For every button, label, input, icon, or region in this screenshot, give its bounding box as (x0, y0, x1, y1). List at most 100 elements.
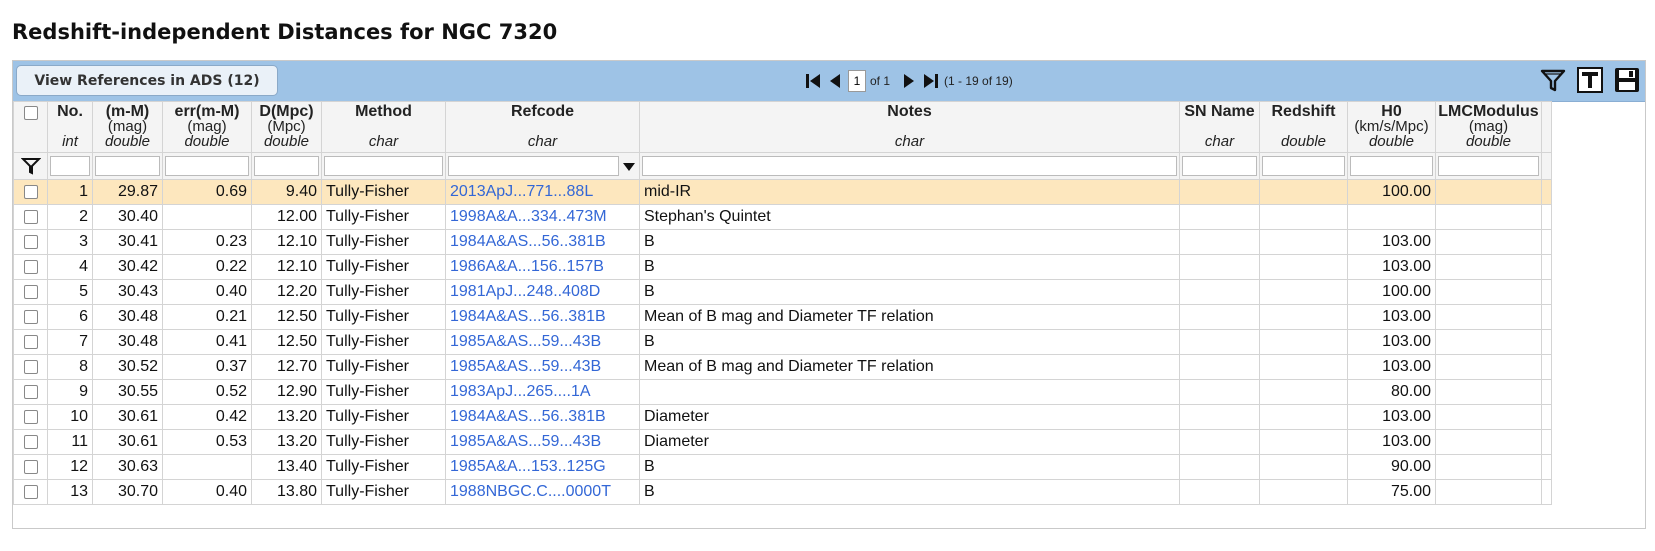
text-view-icon[interactable] (1576, 66, 1604, 94)
refcode-link[interactable]: 1985A&A...153..125G (450, 458, 606, 475)
row-spacer (1541, 304, 1552, 330)
table-cell: 12.70 (251, 354, 322, 380)
column-header[interactable]: Method char (321, 101, 446, 153)
table-row[interactable]: 12 30.63 13.40 Tully-Fisher 1985A&A...153..1… (13, 454, 1552, 480)
table-cell: 13.20 (251, 429, 322, 455)
column-filter-input[interactable] (95, 156, 160, 176)
row-checkbox[interactable] (23, 435, 38, 449)
column-filter-input[interactable] (642, 156, 1177, 176)
row-checkbox[interactable] (23, 335, 38, 349)
data-grid: No. int (m-M) (mag) double err(m-M) (mag) doub… (13, 101, 1552, 505)
previous-page-icon[interactable] (826, 71, 844, 91)
table-cell: 103.00 (1347, 254, 1436, 280)
refcode-link[interactable]: 1985A&AS...59...43B (450, 333, 601, 350)
table-cell: Tully-Fisher (321, 254, 446, 280)
column-type: char (527, 133, 558, 150)
refcode-link[interactable]: 1988NBGC.C....0000T (450, 483, 611, 500)
refcode-link[interactable]: 1983ApJ...265....1A (450, 383, 591, 400)
row-checkbox[interactable] (23, 235, 38, 249)
save-icon[interactable] (1613, 66, 1641, 94)
table-cell: Tully-Fisher (321, 329, 446, 355)
filter-icon[interactable] (20, 156, 41, 176)
row-spacer (1541, 354, 1552, 380)
column-header[interactable]: LMCModulus (mag) double (1435, 101, 1542, 153)
column-header[interactable]: (m-M) (mag) double (92, 101, 163, 153)
table-row[interactable]: 6 30.48 0.21 12.50 Tully-Fisher 1984A&AS...56… (13, 304, 1552, 330)
table-cell: 11 (47, 429, 93, 455)
column-filter-input[interactable] (50, 156, 90, 176)
row-checkbox[interactable] (23, 385, 38, 399)
row-checkbox[interactable] (23, 410, 38, 424)
column-header[interactable]: Notes char (639, 101, 1180, 153)
table-cell (1259, 354, 1348, 380)
refcode-link[interactable]: 1986A&A...156..157B (450, 258, 604, 275)
column-header[interactable]: H0 (km/s/Mpc) double (1347, 101, 1436, 153)
row-spacer (1541, 379, 1552, 405)
row-checkbox[interactable] (23, 185, 38, 199)
dropdown-arrow-icon[interactable] (622, 162, 636, 172)
column-filter-input[interactable] (254, 156, 319, 176)
column-header[interactable]: SN Name char (1179, 101, 1260, 153)
row-checkbox[interactable] (23, 460, 38, 474)
table-cell: 1985A&AS...59...43B (445, 329, 640, 355)
column-header[interactable]: Redshift double (1259, 101, 1348, 153)
column-filter-input[interactable] (448, 156, 619, 176)
filter-cell (639, 152, 1180, 180)
table-cell: 13.80 (251, 479, 322, 505)
filter-cell (1347, 152, 1436, 180)
row-checkbox[interactable] (23, 360, 38, 374)
refcode-link[interactable]: 1998A&A...334..473M (450, 208, 607, 225)
row-checkbox[interactable] (23, 310, 38, 324)
table-cell (1259, 229, 1348, 255)
refcode-link[interactable]: 2013ApJ...771...88L (450, 183, 593, 200)
refcode-link[interactable]: 1985A&AS...59...43B (450, 433, 601, 450)
table-row[interactable]: 4 30.42 0.22 12.10 Tully-Fisher 1986A&A...156… (13, 254, 1552, 280)
table-row[interactable]: 7 30.48 0.41 12.50 Tully-Fisher 1985A&AS...59… (13, 329, 1552, 355)
table-row[interactable]: 1 29.87 0.69 9.40 Tully-Fisher 2013ApJ...771.… (13, 179, 1552, 205)
row-checkbox[interactable] (23, 260, 38, 274)
table-cell: 13 (47, 479, 93, 505)
column-header[interactable]: Refcode char (445, 101, 640, 153)
next-page-icon[interactable] (900, 71, 918, 91)
table-row[interactable]: 11 30.61 0.53 13.20 Tully-Fisher 1985A&AS...5… (13, 429, 1552, 455)
column-filter-input[interactable] (1350, 156, 1433, 176)
row-checkbox[interactable] (23, 485, 38, 499)
refcode-link[interactable]: 1984A&AS...56..381B (450, 408, 606, 425)
table-cell (1179, 329, 1260, 355)
refcode-link[interactable]: 1981ApJ...248..408D (450, 283, 600, 300)
column-filter-input[interactable] (324, 156, 443, 176)
filter-icon[interactable] (1539, 66, 1567, 94)
table-cell (1259, 454, 1348, 480)
column-filter-input[interactable] (1262, 156, 1345, 176)
refcode-link[interactable]: 1985A&AS...59...43B (450, 358, 601, 375)
table-row[interactable]: 10 30.61 0.42 13.20 Tully-Fisher 1984A&AS...5… (13, 404, 1552, 430)
page-number-input[interactable] (848, 70, 866, 92)
select-all-checkbox[interactable] (23, 106, 38, 120)
column-filter-input[interactable] (1182, 156, 1257, 176)
row-select-cell (13, 204, 48, 230)
table-cell: 103.00 (1347, 429, 1436, 455)
table-cell: Stephan's Quintet (639, 204, 1180, 230)
table-row[interactable]: 8 30.52 0.37 12.70 Tully-Fisher 1985A&AS...59… (13, 354, 1552, 380)
table-row[interactable]: 3 30.41 0.23 12.10 Tully-Fisher 1984A&AS...56… (13, 229, 1552, 255)
table-row[interactable]: 2 30.40 12.00 Tully-Fisher 1998A&A...334..47… (13, 204, 1552, 230)
column-filter-input[interactable] (1438, 156, 1539, 176)
table-row[interactable]: 5 30.43 0.40 12.20 Tully-Fisher 1981ApJ...248… (13, 279, 1552, 305)
row-checkbox[interactable] (23, 210, 38, 224)
column-filter-input[interactable] (165, 156, 249, 176)
column-header[interactable]: No. int (47, 101, 93, 153)
column-header[interactable]: D(Mpc) (Mpc) double (251, 101, 322, 153)
table-row[interactable]: 9 30.55 0.52 12.90 Tully-Fisher 1983ApJ...265… (13, 379, 1552, 405)
last-page-icon[interactable] (922, 71, 940, 91)
refcode-link[interactable]: 1984A&AS...56..381B (450, 308, 606, 325)
table-row[interactable]: 13 30.70 0.40 13.80 Tully-Fisher 1988NBGC.C..… (13, 479, 1552, 505)
column-unit: (mag) (1468, 118, 1509, 135)
refcode-link[interactable]: 1984A&AS...56..381B (450, 233, 606, 250)
table-cell (1179, 479, 1260, 505)
table-cell: 12.50 (251, 329, 322, 355)
first-page-icon[interactable] (804, 71, 822, 91)
view-references-ads-button[interactable]: View References in ADS (12) (16, 65, 278, 96)
row-checkbox[interactable] (23, 285, 38, 299)
table-cell: 30.42 (92, 254, 163, 280)
column-header[interactable]: err(m-M) (mag) double (162, 101, 252, 153)
